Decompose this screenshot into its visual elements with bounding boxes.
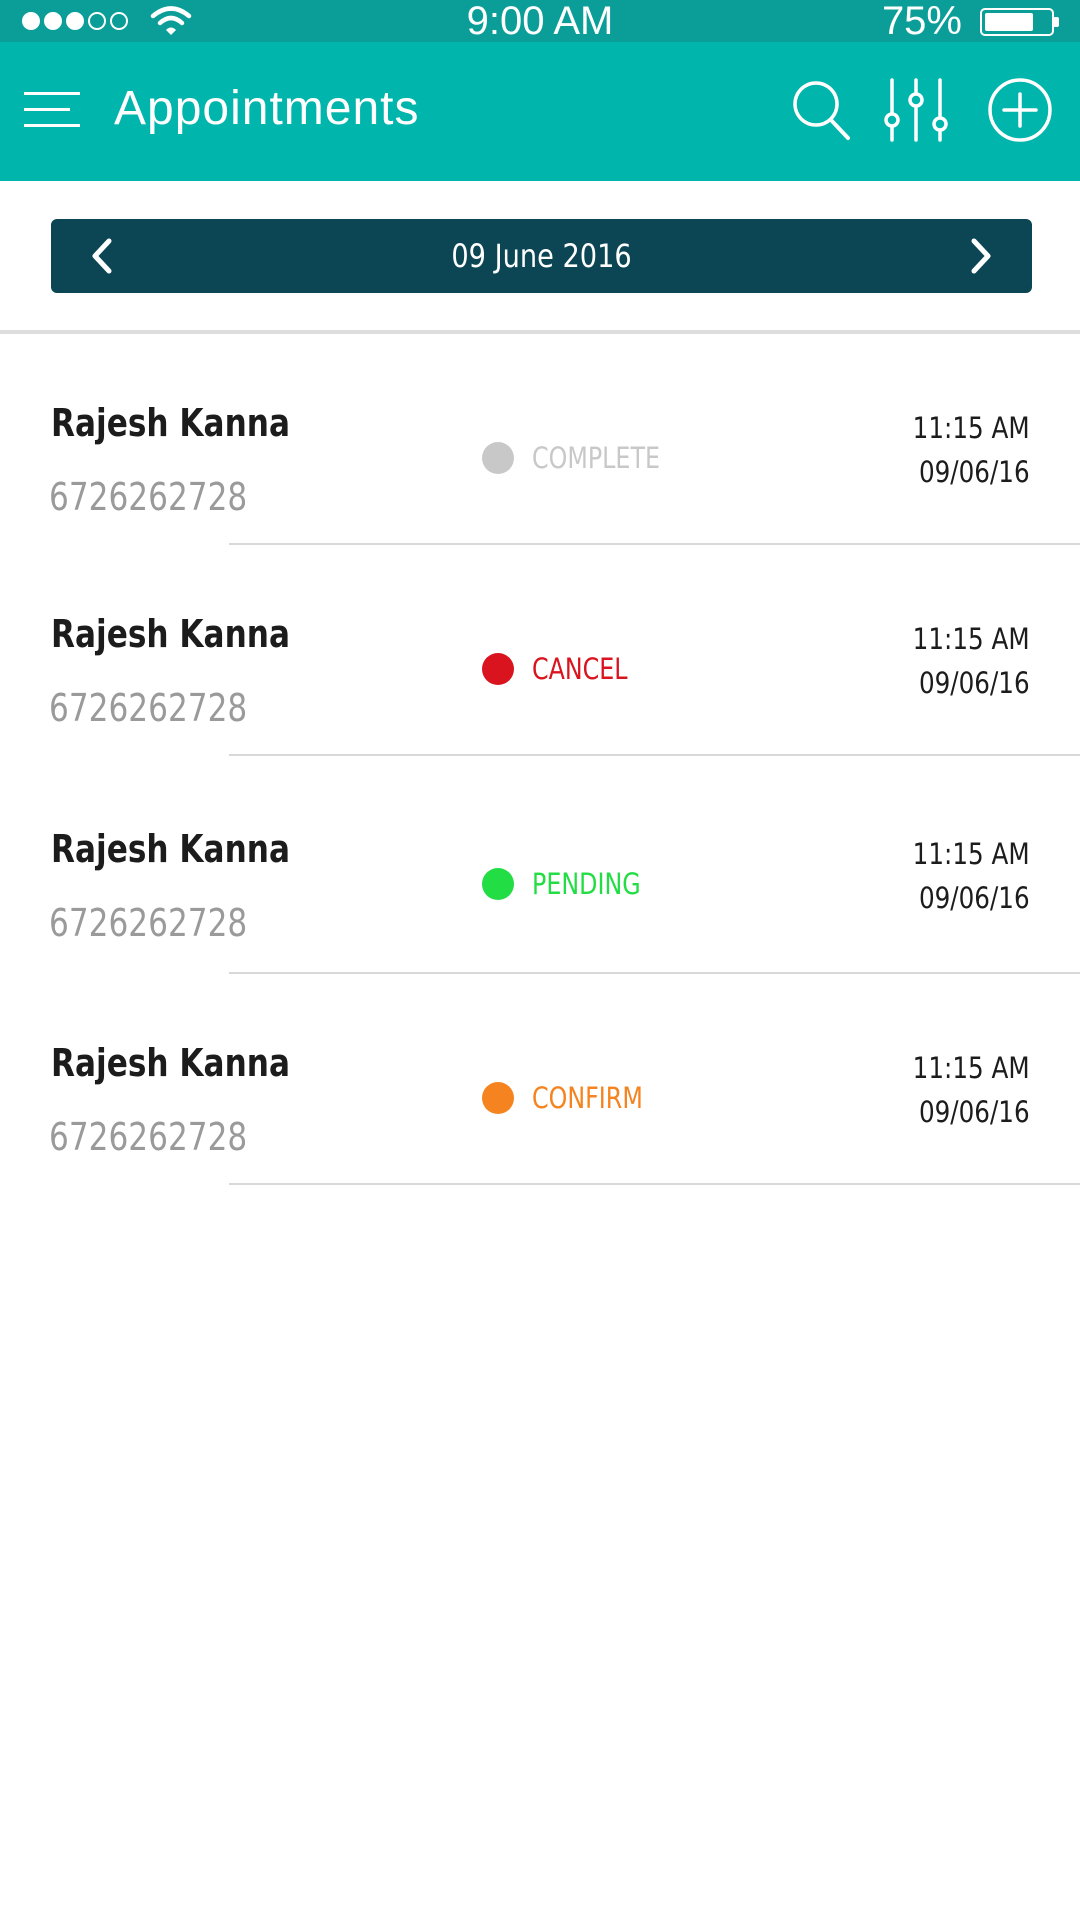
appointment-time: 11:15 AM [912, 837, 1030, 871]
appointment-date: 09/06/16 [919, 455, 1030, 489]
status-badge: PENDING [482, 866, 665, 902]
status-dot-icon [482, 1082, 514, 1114]
current-date-label: 09 June 2016 [451, 237, 632, 275]
appointment-time: 11:15 AM [912, 411, 1030, 445]
appointment-row[interactable]: Rajesh Kanna 6726262728 CANCEL 11:15 AM … [0, 545, 1080, 756]
status-label: COMPLETE [532, 441, 661, 475]
date-navigator: 09 June 2016 [51, 219, 1032, 293]
search-icon[interactable] [790, 78, 852, 144]
status-badge: CONFIRM [482, 1080, 667, 1116]
patient-name: Rajesh Kanna [51, 827, 290, 871]
next-date-button[interactable] [944, 219, 1018, 293]
filter-sliders-icon[interactable] [884, 78, 948, 144]
status-dot-icon [482, 442, 514, 474]
appointment-time: 11:15 AM [912, 1051, 1030, 1085]
battery-percent: 75% [881, 0, 962, 43]
battery-icon [980, 8, 1059, 36]
status-badge: CANCEL [482, 651, 649, 687]
patient-name: Rajesh Kanna [51, 401, 290, 445]
patient-name: Rajesh Kanna [51, 1041, 290, 1085]
app-bar: Appointments [0, 42, 1080, 181]
appointment-row[interactable]: Rajesh Kanna 6726262728 COMPLETE 11:15 A… [0, 334, 1080, 545]
date-selector-bar: 09 June 2016 [0, 181, 1080, 334]
appointment-date: 09/06/16 [919, 1095, 1030, 1129]
appointment-datetime: 11:15 AM 09/06/16 [913, 617, 1030, 705]
status-label: CONFIRM [532, 1081, 643, 1115]
status-badge: COMPLETE [482, 440, 688, 476]
appointment-date: 09/06/16 [919, 881, 1030, 915]
status-dot-icon [482, 868, 514, 900]
appointment-datetime: 11:15 AM 09/06/16 [913, 1046, 1030, 1134]
status-dot-icon [482, 653, 514, 685]
appointment-datetime: 11:15 AM 09/06/16 [913, 406, 1030, 494]
appointment-row[interactable]: Rajesh Kanna 6726262728 PENDING 11:15 AM… [0, 756, 1080, 974]
appointment-list: Rajesh Kanna 6726262728 COMPLETE 11:15 A… [0, 334, 1080, 1185]
row-divider [229, 1183, 1080, 1185]
appointment-date: 09/06/16 [919, 666, 1030, 700]
status-label: PENDING [532, 867, 641, 901]
appointment-datetime: 11:15 AM 09/06/16 [913, 832, 1030, 920]
page-title: Appointments [114, 82, 420, 135]
patient-phone: 6726262728 [49, 475, 248, 519]
status-label: CANCEL [532, 652, 628, 686]
add-circle-icon[interactable] [986, 76, 1054, 144]
appointment-time: 11:15 AM [912, 622, 1030, 656]
patient-phone: 6726262728 [49, 901, 248, 945]
patient-name: Rajesh Kanna [51, 612, 290, 656]
patient-phone: 6726262728 [49, 686, 248, 730]
status-bar: 9:00 AM 75% [0, 0, 1080, 42]
menu-icon[interactable] [24, 88, 80, 132]
appointment-row[interactable]: Rajesh Kanna 6726262728 CONFIRM 11:15 AM… [0, 974, 1080, 1185]
patient-phone: 6726262728 [49, 1115, 248, 1159]
